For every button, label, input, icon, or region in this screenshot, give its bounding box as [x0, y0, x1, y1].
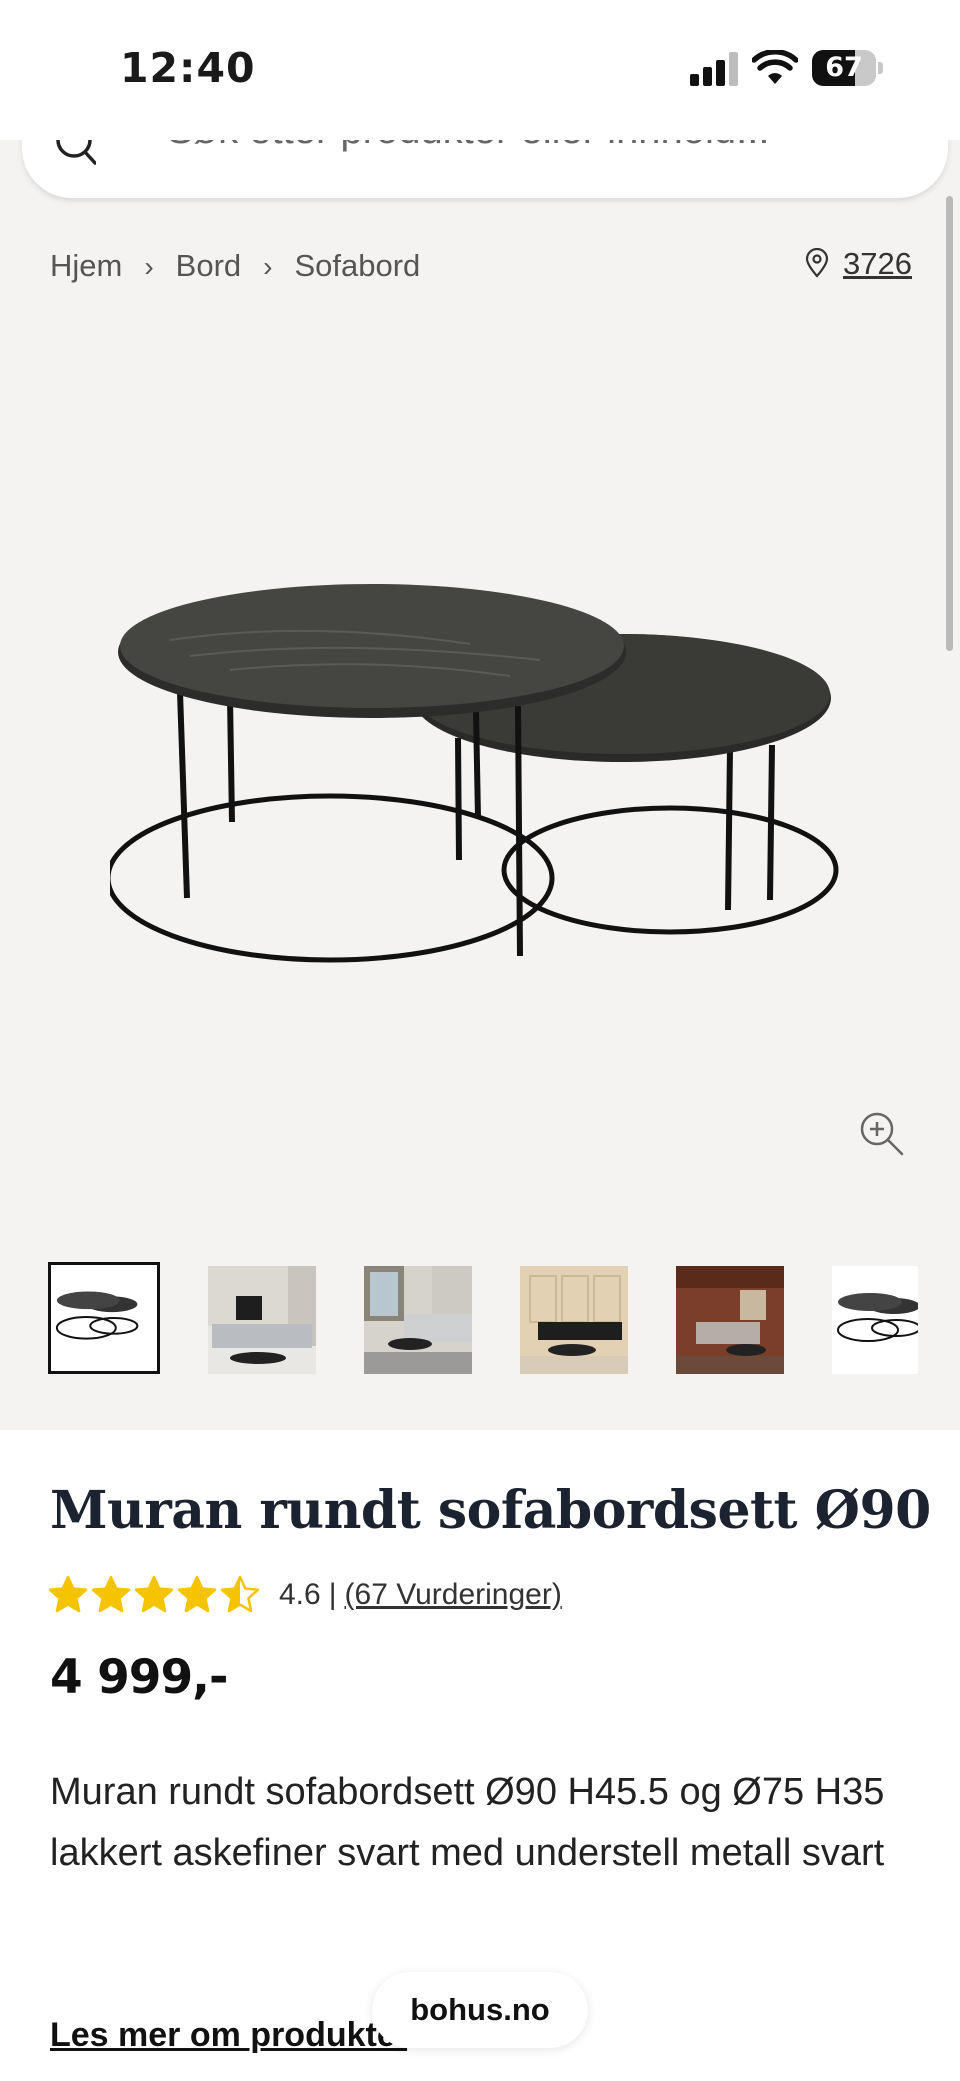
wooden-cabin-room-thumbnail — [676, 1266, 784, 1374]
product-rating: 4.6 | (67 Vurderinger) — [48, 1575, 562, 1615]
living-room-sofa-thumbnail — [208, 1266, 316, 1374]
thumbnail-5[interactable] — [676, 1266, 784, 1374]
beige-room-sofa-thumbnail — [520, 1266, 628, 1374]
wifi-icon — [752, 50, 798, 84]
star-full-icon — [134, 1575, 174, 1613]
store-selector[interactable]: 3726 — [805, 246, 912, 282]
battery-cap — [878, 62, 883, 74]
thumbnail-1[interactable] — [48, 1262, 160, 1374]
battery-level: 67 — [825, 52, 863, 83]
chevron-right-icon: › — [263, 251, 273, 282]
thumbnail-6[interactable] — [832, 1266, 918, 1374]
scrollbar[interactable] — [946, 196, 953, 651]
rating-separator: | — [328, 1578, 337, 1611]
cellular-signal-icon — [690, 52, 738, 86]
star-full-icon — [177, 1575, 217, 1613]
product-image[interactable] — [110, 560, 850, 980]
status-time: 12:40 — [120, 44, 256, 92]
read-more-link[interactable]: Les mer om produktet — [50, 2016, 407, 2055]
zoom-in-icon[interactable] — [858, 1110, 906, 1158]
product-price: 4 999,- — [50, 1650, 229, 1705]
living-room-grey-sofa-thumbnail — [364, 1266, 472, 1374]
breadcrumb: Hjem › Bord › Sofabord — [50, 248, 420, 284]
thumbnail-4[interactable] — [520, 1266, 628, 1374]
product-table-thumbnail — [51, 1265, 157, 1371]
reviews-link[interactable]: (67 Vurderinger) — [345, 1578, 562, 1612]
product-title: Muran rundt sofabordsett Ø90 — [50, 1480, 931, 1541]
rating-stars — [48, 1575, 263, 1615]
star-full-icon — [48, 1575, 88, 1613]
status-bar: 12:40 67 — [0, 0, 960, 140]
thumbnail-3[interactable] — [364, 1266, 472, 1374]
rating-score: 4.6 — [279, 1578, 321, 1611]
breadcrumb-bord[interactable]: Bord — [176, 248, 241, 283]
store-code[interactable]: 3726 — [843, 246, 912, 281]
location-pin-icon — [805, 248, 829, 278]
breadcrumb-sofabord[interactable]: Sofabord — [294, 248, 420, 283]
url-pill[interactable]: bohus.no — [372, 1972, 588, 2048]
star-full-icon — [91, 1575, 131, 1613]
product-table-thumbnail — [832, 1266, 918, 1374]
thumbnail-2[interactable] — [208, 1266, 316, 1374]
product-description: Muran rundt sofabordsett Ø90 H45.5 og Ø7… — [50, 1771, 885, 1874]
battery-icon: 67 — [812, 50, 876, 86]
breadcrumb-home[interactable]: Hjem — [50, 248, 122, 283]
chevron-right-icon: › — [144, 251, 154, 282]
star-half-icon — [220, 1575, 260, 1613]
thumbnail-strip — [48, 1262, 918, 1380]
